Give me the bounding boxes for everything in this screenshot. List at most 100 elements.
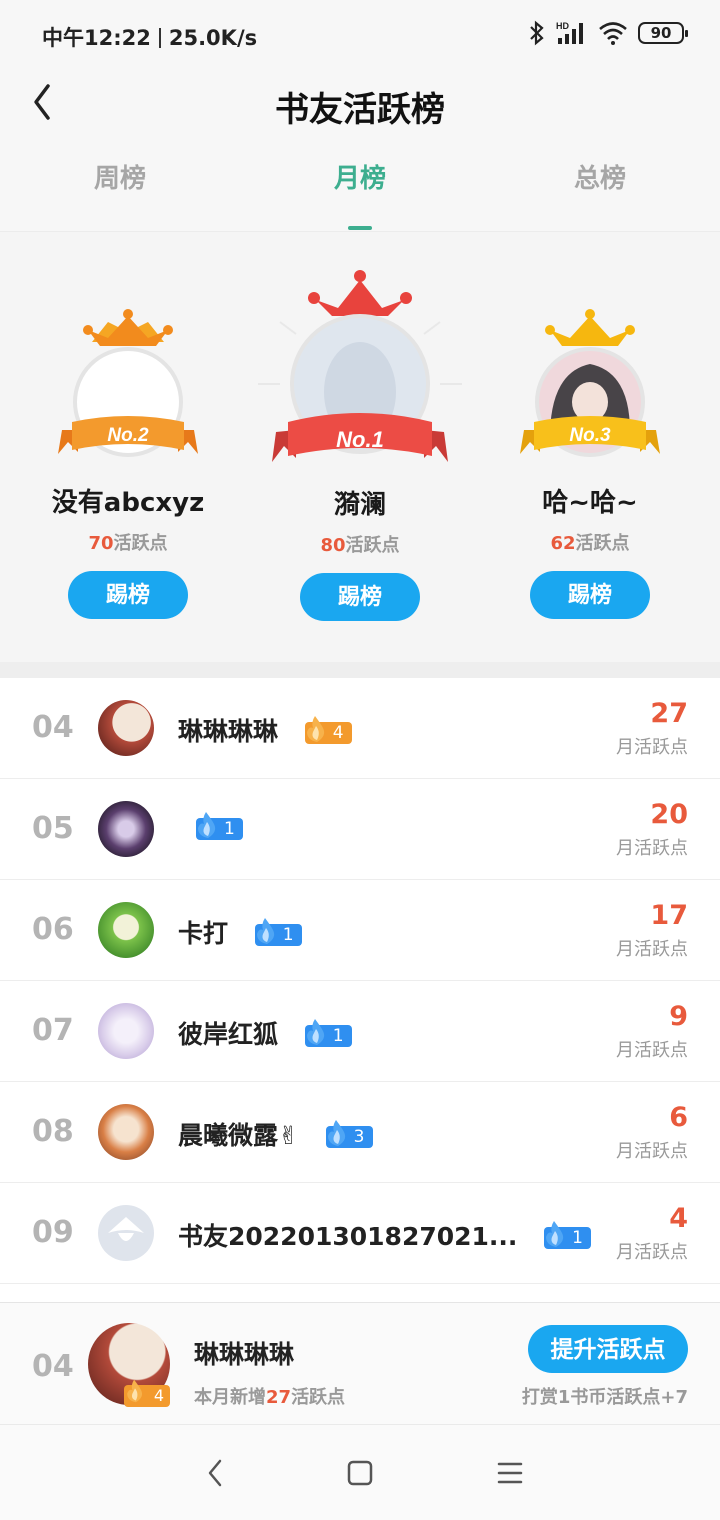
nav-menu-icon[interactable]	[490, 1457, 530, 1489]
list-item[interactable]: 07 彼岸红狐 1 9 月活跃点	[0, 981, 720, 1082]
avatar[interactable]	[98, 902, 154, 958]
score-label: 月活跃点	[616, 1040, 688, 1061]
kick-button[interactable]: 踢榜	[68, 571, 188, 619]
score: 20 月活跃点	[616, 799, 688, 860]
flame-icon	[198, 812, 216, 838]
podium-second-graphic: No.2	[58, 309, 198, 457]
flame-icon	[546, 1221, 564, 1247]
user-name-text: 彼岸红狐	[178, 1020, 279, 1049]
list-item[interactable]: 08 晨曦微露✌ 3 6 月活跃点	[0, 1082, 720, 1183]
score-value: 20	[650, 799, 688, 830]
points-unit: 活跃点	[575, 533, 630, 554]
level-value: 3	[353, 1127, 365, 1147]
battery-indicator: 90	[638, 22, 688, 44]
user-name: 彼岸红狐 1	[178, 1015, 352, 1051]
points-value: 62	[550, 533, 576, 554]
rank-number: 04	[32, 710, 74, 745]
podium-second: No.2 没有abcxyz 70活跃点 踢榜	[18, 302, 238, 619]
boost-activity-button[interactable]: 提升活跃点	[528, 1325, 688, 1373]
level-value: 1	[572, 1228, 583, 1248]
score-value: 27	[650, 698, 688, 729]
gain-prefix: 本月新增	[194, 1387, 266, 1408]
podium-name: 没有abcxyz	[51, 488, 205, 518]
rank-number: 05	[32, 811, 74, 846]
user-name-text: 晨曦微露✌	[178, 1121, 299, 1150]
score-label: 月活跃点	[616, 1141, 688, 1162]
my-name: 琳琳琳琳	[194, 1340, 295, 1369]
gain-value: 27	[266, 1387, 292, 1408]
user-name-text: 卡打	[178, 919, 229, 948]
podium-points: 80活跃点	[250, 531, 470, 557]
rank-number: 07	[32, 1013, 74, 1048]
my-level-value: 4	[153, 1386, 164, 1405]
avatar[interactable]	[98, 1205, 154, 1261]
rank-badge: No.1	[336, 427, 384, 452]
flame-icon	[327, 1120, 345, 1146]
crown-icon	[545, 309, 635, 346]
crown-icon	[83, 309, 173, 346]
list-item[interactable]: 09 书友20220130182702​1... 1 4 月活跃点	[0, 1183, 720, 1284]
ranking-list: 04 琳琳琳琳 4 27 月活跃点 05 1 20 月活跃点 06 卡打 1 17 月…	[0, 678, 720, 1284]
gain-suffix: 活跃点	[291, 1387, 346, 1408]
score-label: 月活跃点	[616, 939, 688, 960]
rank-number: 09	[32, 1215, 74, 1250]
level-badge: 3	[325, 1120, 373, 1148]
my-rank-number: 04	[32, 1349, 74, 1384]
rank-number: 08	[32, 1114, 74, 1149]
score: 9 月活跃点	[616, 1001, 688, 1062]
level-badge: 1	[544, 1221, 591, 1249]
score-label: 月活跃点	[616, 838, 688, 859]
status-right: HD 90	[528, 20, 688, 46]
avatar[interactable]	[98, 1003, 154, 1059]
podium-name: 漪澜	[333, 490, 386, 520]
podium-first-graphic: No.1	[258, 270, 462, 462]
podium-third-graphic: No.3	[520, 309, 660, 457]
nav-back-icon[interactable]	[196, 1457, 236, 1489]
points-unit: 活跃点	[113, 533, 168, 554]
nav-home-icon[interactable]	[340, 1457, 380, 1489]
flame-icon	[306, 716, 324, 742]
podium-first: No.1 漪澜 80活跃点 踢榜	[250, 262, 470, 621]
flame-icon	[127, 1379, 143, 1403]
user-name: 书友20220130182702​1... 1	[178, 1217, 591, 1253]
tab-total[interactable]: 总榜	[480, 140, 720, 231]
flame-icon	[306, 1019, 324, 1045]
rank-badge: No.3	[569, 425, 611, 446]
tab-monthly[interactable]: 月榜	[240, 140, 480, 231]
list-item[interactable]: 05 1 20 月活跃点	[0, 779, 720, 880]
podium-third: No.3 哈~哈~ 62活跃点 踢榜	[480, 302, 700, 619]
level-value: 1	[224, 819, 235, 839]
level-value: 1	[332, 1026, 344, 1046]
user-name: 1	[178, 812, 243, 842]
avatar[interactable]	[98, 700, 154, 756]
score: 6 月活跃点	[616, 1102, 688, 1163]
rank-badge: No.2	[107, 425, 149, 446]
kick-button[interactable]: 踢榜	[300, 573, 420, 621]
avatar[interactable]	[98, 1104, 154, 1160]
status-speed: 25.0K/s	[168, 26, 258, 50]
default-avatar-icon	[108, 1217, 144, 1241]
status-separator	[158, 28, 161, 48]
avatar[interactable]	[98, 801, 154, 857]
level-badge: 1	[254, 918, 302, 946]
points-unit: 活跃点	[345, 535, 400, 556]
ranking-tabs: 周榜 月榜 总榜	[0, 140, 720, 232]
status-time: 中午12:22	[42, 26, 151, 50]
level-value: 1	[282, 925, 294, 945]
boost-hint: 打赏1书币活跃点+7	[521, 1387, 688, 1408]
level-value: 4	[332, 723, 344, 743]
tab-weekly[interactable]: 周榜	[0, 140, 240, 231]
score-label: 月活跃点	[616, 737, 688, 758]
kick-button[interactable]: 踢榜	[530, 571, 650, 619]
podium: No.2 没有abcxyz 70活跃点 踢榜 No.1 漪澜 80活跃点 踢榜 …	[0, 232, 720, 662]
list-item[interactable]: 06 卡打 1 17 月活跃点	[0, 880, 720, 981]
level-badge: 4	[304, 716, 352, 744]
system-nav-bar	[0, 1424, 720, 1520]
score-label: 月活跃点	[616, 1242, 688, 1263]
status-left: 中午12:22 25.0K/s	[42, 22, 257, 52]
score-value: 17	[650, 900, 688, 931]
my-level-badge: 4	[124, 1379, 170, 1407]
list-item[interactable]: 04 琳琳琳琳 4 27 月活跃点	[0, 678, 720, 779]
status-bar: 中午12:22 25.0K/s HD 90	[0, 0, 720, 68]
level-badge: 1	[304, 1019, 352, 1047]
